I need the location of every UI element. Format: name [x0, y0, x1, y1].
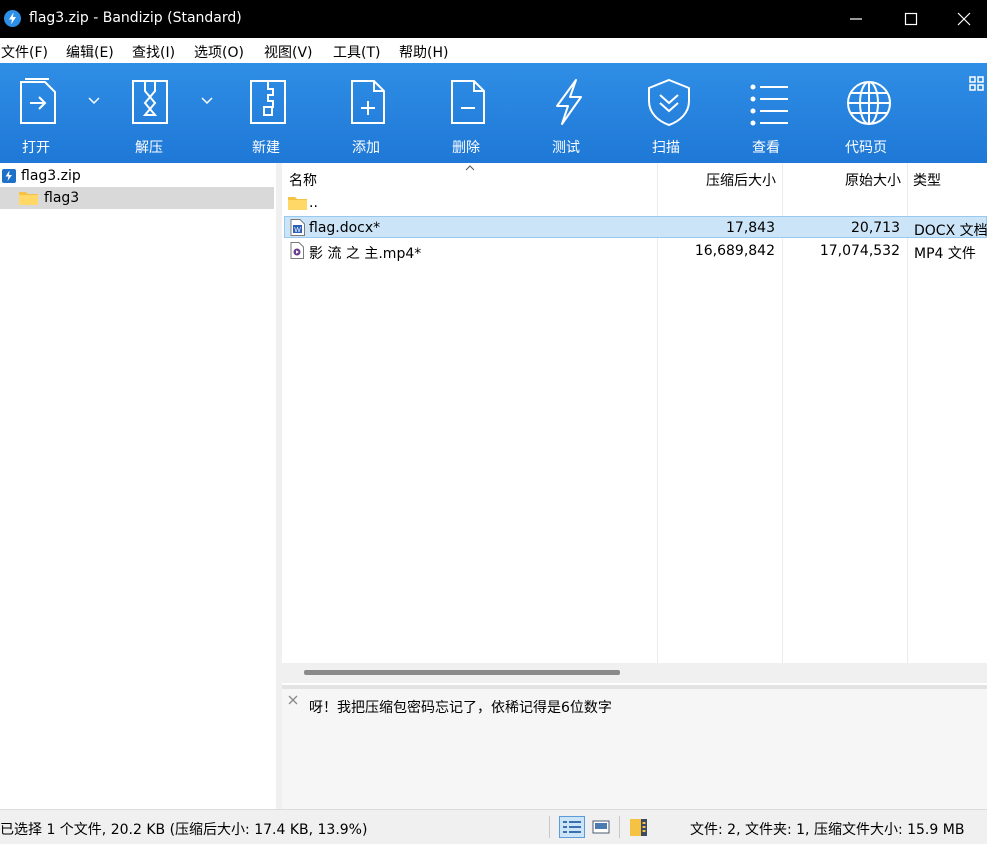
maximize-button[interactable] [888, 0, 934, 38]
minimize-button[interactable] [833, 0, 879, 38]
preview-pane-icon[interactable] [592, 816, 610, 838]
menu-bar: 文件(F) 编辑(E) 查找(I) 选项(O) 视图(V) 工具(T) 帮助(H… [0, 38, 987, 63]
list-view-icon [750, 84, 788, 126]
add-file-icon [351, 80, 385, 124]
open-label: 打开 [22, 140, 50, 156]
close-icon [957, 12, 971, 26]
word-document-icon: W [290, 219, 305, 236]
tree-item-archive[interactable]: flag3.zip [0, 165, 276, 187]
original-size: 17,074,532 [819, 243, 900, 259]
scan-label: 扫描 [652, 140, 680, 156]
globe-icon [847, 81, 891, 125]
scrollbar-thumb[interactable] [304, 670, 620, 675]
extract-icon [132, 80, 168, 124]
view-label: 查看 [752, 140, 780, 156]
file-type: MP4 文件 [914, 246, 976, 262]
column-header-name[interactable]: 名称 [282, 163, 657, 191]
file-name: flag.docx* [309, 220, 381, 236]
bandizip-app-icon [4, 10, 21, 27]
archive-comment-panel: 呀！我把压缩包密码忘记了，依稀记得是6位数字 [282, 689, 987, 809]
title-bar: flag3.zip - Bandizip (Standard) [0, 0, 987, 38]
new-archive-icon [250, 80, 286, 124]
tree-label: flag3.zip [21, 168, 81, 184]
column-header-packed-size[interactable]: 压缩后大小 [657, 163, 782, 191]
new-button[interactable]: 新建 [230, 63, 310, 163]
open-dropdown-icon[interactable] [88, 97, 100, 105]
test-button[interactable]: 测试 [530, 63, 610, 163]
file-row-flag-docx[interactable]: W flag.docx* 17,843 20,713 DOCX 文档 [284, 216, 987, 239]
column-divider [657, 163, 658, 663]
delete-file-icon [451, 80, 485, 124]
tree-item-folder[interactable]: flag3 [0, 187, 274, 209]
folder-icon [19, 192, 38, 205]
grid-layout-icon[interactable] [968, 75, 984, 91]
details-view-icon[interactable] [559, 816, 585, 838]
folder-tree: flag3.zip flag3 [0, 163, 276, 809]
file-list: 名称 压缩后大小 原始大小 类型 .. W flag.docx* 17,843 … [282, 163, 987, 685]
horizontal-scrollbar[interactable] [282, 663, 987, 683]
status-bar: 已选择 1 个文件, 20.2 KB (压缩后大小: 17.4 KB, 13.9… [0, 809, 987, 844]
sort-ascending-icon [465, 165, 475, 171]
shield-icon [648, 78, 690, 127]
svg-text:W: W [294, 227, 301, 234]
extract-button[interactable]: 解压 [112, 63, 192, 163]
add-button[interactable]: 添加 [330, 63, 410, 163]
close-comment-icon[interactable] [288, 695, 298, 705]
column-divider [907, 163, 908, 663]
delete-button[interactable]: 删除 [430, 63, 510, 163]
status-separator [549, 816, 550, 838]
column-header-label: 名称 [289, 173, 317, 189]
bandizip-window: flag3.zip - Bandizip (Standard) 文件(F) 编辑… [0, 0, 987, 844]
codepage-button[interactable]: 代码页 [830, 63, 910, 163]
selection-status: 已选择 1 个文件, 20.2 KB (压缩后大小: 17.4 KB, 13.9… [0, 822, 368, 838]
file-name: .. [309, 195, 318, 211]
column-header-label: 类型 [913, 173, 941, 189]
video-file-icon [290, 242, 304, 259]
scan-button[interactable]: 扫描 [630, 63, 710, 163]
column-divider [782, 163, 783, 663]
maximize-icon [904, 12, 918, 26]
packed-size: 17,843 [726, 220, 775, 236]
close-button[interactable] [941, 0, 987, 38]
column-header-label: 原始大小 [845, 173, 901, 189]
test-label: 测试 [552, 140, 580, 156]
file-name: 影 流 之 主.mp4* [309, 246, 422, 262]
tree-label: flag3 [44, 190, 80, 206]
extract-label: 解压 [135, 140, 163, 156]
menu-find[interactable]: 查找(I) [132, 42, 175, 62]
archive-summary-status: 文件: 2, 文件夹: 1, 压缩文件大小: 15.9 MB [690, 822, 965, 838]
toolbar: 打开 解压 新建 添加 删除 测试 扫描 查看 代码页 [0, 63, 987, 163]
lightning-icon [556, 79, 582, 125]
menu-tools[interactable]: 工具(T) [333, 42, 380, 62]
zip-archive-icon [2, 169, 16, 183]
codepage-label: 代码页 [845, 140, 887, 156]
status-separator [619, 816, 620, 838]
file-type: DOCX 文档 [914, 223, 987, 239]
menu-help[interactable]: 帮助(H) [399, 42, 448, 62]
column-header-label: 压缩后大小 [706, 173, 776, 189]
delete-label: 删除 [452, 140, 480, 156]
file-row-mp4[interactable]: 影 流 之 主.mp4* 16,689,842 17,074,532 MP4 文… [284, 240, 987, 262]
column-header-type[interactable]: 类型 [907, 163, 987, 191]
extract-dropdown-icon[interactable] [201, 97, 213, 105]
menu-options[interactable]: 选项(O) [194, 42, 244, 62]
add-label: 添加 [352, 140, 380, 156]
open-icon [20, 78, 56, 124]
archive-info-icon[interactable] [628, 816, 650, 838]
new-label: 新建 [252, 140, 280, 156]
menu-view[interactable]: 视图(V) [264, 42, 313, 62]
packed-size: 16,689,842 [694, 243, 775, 259]
window-title: flag3.zip - Bandizip (Standard) [29, 10, 242, 26]
archive-comment: 呀！我把压缩包密码忘记了，依稀记得是6位数字 [309, 700, 612, 716]
view-button[interactable]: 查看 [730, 63, 810, 163]
column-header-original-size[interactable]: 原始大小 [782, 163, 907, 191]
open-button[interactable]: 打开 [0, 63, 80, 163]
minimize-icon [850, 18, 862, 20]
original-size: 20,713 [851, 220, 900, 236]
menu-file[interactable]: 文件(F) [1, 42, 48, 62]
menu-edit[interactable]: 编辑(E) [66, 42, 114, 62]
file-row-parent-folder[interactable]: .. [284, 192, 987, 214]
folder-icon [288, 197, 307, 210]
